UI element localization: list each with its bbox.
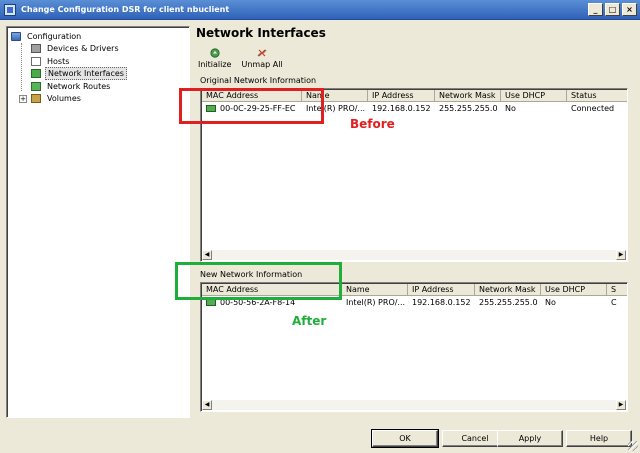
scroll-right-icon[interactable]: ▶ [616,400,626,410]
column-header-status[interactable]: Status [567,90,627,102]
tree-item-label: Hosts [47,56,70,66]
column-header-ip[interactable]: IP Address [368,90,435,102]
before-highlight-box [179,88,324,124]
help-button[interactable]: Help [566,430,632,447]
cell-status: Connected [571,104,615,113]
ok-button[interactable]: OK [371,429,439,448]
cell-ip: 192.168.0.152 [412,298,471,307]
before-annotation: Before [350,117,395,131]
cell-status: C [611,298,617,307]
volumes-icon [31,94,41,104]
network-card-icon [206,299,216,306]
cell-name: Intel(R) PRO/... [346,298,406,307]
toolbar: Initialize Unmap All [198,48,283,69]
column-header-dhcp[interactable]: Use DHCP [541,284,607,296]
column-header-dhcp[interactable]: Use DHCP [501,90,567,102]
after-annotation: After [292,314,327,328]
network-interfaces-panel: Network Interfaces Initialize Unmap All … [194,26,634,418]
tree-item-label: Volumes [47,94,81,104]
resize-grip-icon[interactable] [628,441,638,451]
unmap-all-button[interactable]: Unmap All [241,48,283,69]
after-highlight-box [175,262,342,300]
apply-button[interactable]: Apply [497,430,563,447]
initialize-label: Initialize [198,60,232,69]
tree-item-network-routes[interactable]: Network Routes [9,80,187,93]
dialog-client-area: Configuration Devices & Drivers Hosts Ne… [0,20,640,453]
tree-item-devices-drivers[interactable]: Devices & Drivers [9,43,187,56]
window-title: Change Configuration DSR for client nbuc… [21,5,230,14]
scroll-left-icon[interactable]: ◀ [202,250,212,260]
tree-item-network-interfaces[interactable]: Network Interfaces [9,67,187,81]
cell-mask: 255.255.255.0 [439,104,498,113]
new-network-list[interactable]: MAC Address Name IP Address Network Mask… [200,282,628,412]
tree-item-label: Network Routes [47,81,111,91]
cell-mask: 255.255.255.0 [479,298,538,307]
cell-dhcp: No [545,298,556,307]
expand-icon[interactable]: + [19,94,27,103]
minimize-button[interactable]: _ [588,3,603,16]
tree-item-label: Network Interfaces [45,67,127,81]
configuration-tree[interactable]: Configuration Devices & Drivers Hosts Ne… [6,26,190,418]
initialize-icon [210,48,220,58]
new-list-scrollbar[interactable]: ◀ ▶ [202,400,626,410]
tree-item-hosts[interactable]: Hosts [9,55,187,68]
unmap-all-label: Unmap All [241,60,283,69]
window-controls: _ □ × [588,3,637,16]
tree-item-configuration[interactable]: Configuration [9,30,187,43]
hosts-icon [31,56,41,66]
tree-item-volumes[interactable]: + Volumes [9,93,187,106]
close-button[interactable]: × [622,3,637,16]
tree-item-label: Configuration [27,31,82,41]
original-network-label: Original Network Information [200,76,317,85]
dialog-button-bar: OK Cancel Apply Help [0,426,640,453]
column-header-status[interactable]: S [607,284,627,296]
column-header-ip[interactable]: IP Address [408,284,475,296]
column-header-mask[interactable]: Network Mask [435,90,501,102]
computer-icon [11,31,21,41]
maximize-button[interactable]: □ [605,3,620,16]
original-list-scrollbar[interactable]: ◀ ▶ [202,250,626,260]
column-header-name[interactable]: Name [342,284,408,296]
network-routes-icon [31,81,41,91]
devices-icon [31,44,41,54]
title-bar: Change Configuration DSR for client nbuc… [0,0,640,20]
scroll-left-icon[interactable]: ◀ [202,400,212,410]
unmap-icon [257,49,267,57]
column-header-mask[interactable]: Network Mask [475,284,541,296]
scroll-right-icon[interactable]: ▶ [616,250,626,260]
initialize-button[interactable]: Initialize [198,48,231,69]
network-interface-icon [31,69,41,79]
panel-title: Network Interfaces [196,26,326,40]
tree-item-label: Devices & Drivers [47,44,119,54]
cell-dhcp: No [505,104,516,113]
cell-ip: 192.168.0.152 [372,104,431,113]
app-icon [4,3,16,16]
